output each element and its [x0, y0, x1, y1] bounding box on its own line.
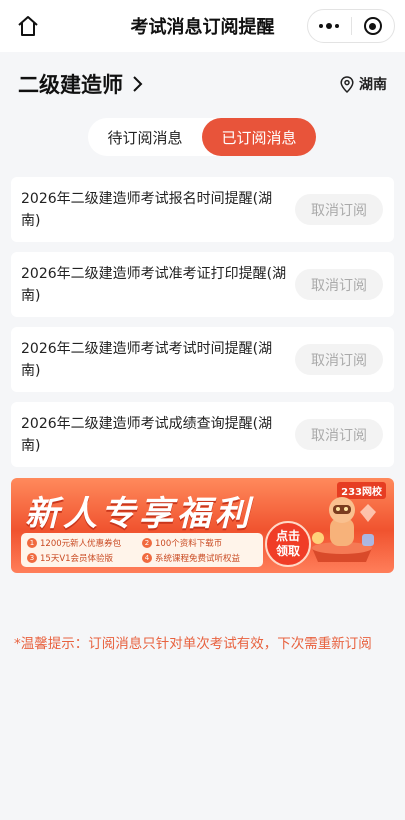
page-title: 考试消息订阅提醒 [130, 17, 275, 38]
subscription-title: 2026年二级建造师考试成绩查询提醒(湖南) [21, 416, 273, 454]
exam-name: 二级建造师 [18, 73, 123, 97]
close-button[interactable] [352, 10, 395, 42]
unsubscribe-button[interactable]: 取消订阅 [295, 344, 383, 375]
subscription-tabs: 待订阅消息 已订阅消息 [88, 118, 316, 156]
mascot-illustration [312, 497, 376, 562]
region-selector[interactable]: 湖南 [340, 74, 387, 94]
location-pin-icon [340, 75, 354, 93]
unsubscribe-button[interactable]: 取消订阅 [295, 419, 383, 450]
subscription-item: 2026年二级建造师考试成绩查询提醒(湖南) 取消订阅 [11, 402, 394, 467]
mini-program-close-icon [363, 17, 382, 35]
region-label: 湖南 [359, 77, 387, 93]
exam-selector-row: 二级建造师 湖南 [18, 68, 387, 100]
unsubscribe-button[interactable]: 取消订阅 [295, 194, 383, 225]
chevron-right-icon [133, 76, 143, 92]
perk-item: 2 100个资料下载币 [142, 535, 257, 550]
more-button[interactable] [308, 10, 351, 42]
subscription-title: 2026年二级建造师考试考试时间提醒(湖南) [21, 341, 273, 379]
warm-tip: *温馨提示：订阅消息只针对单次考试有效，下次需重新订阅 [14, 636, 372, 652]
mini-program-capsule [307, 9, 395, 43]
perk-item: 4 系统课程免费试听权益 [142, 550, 257, 565]
banner-heading: 新人专享福利 [25, 494, 253, 534]
unsubscribe-button[interactable]: 取消订阅 [295, 269, 383, 300]
subscription-item: 2026年二级建造师考试报名时间提醒(湖南) 取消订阅 [11, 177, 394, 242]
perk-item: 1 1200元新人优惠券包 [27, 535, 142, 550]
perk-item: 3 15天V1会员体验版 [27, 550, 142, 565]
home-icon[interactable] [16, 14, 40, 38]
more-dots-icon [319, 23, 340, 29]
perk-list: 1 1200元新人优惠券包 2 100个资料下载币 3 15天V1会员体验版 4 系统课… [21, 533, 263, 567]
subscription-item: 2026年二级建造师考试考试时间提醒(湖南) 取消订阅 [11, 327, 394, 392]
top-navigation-bar: 考试消息订阅提醒 [0, 0, 405, 52]
subscription-title: 2026年二级建造师考试报名时间提醒(湖南) [21, 191, 273, 229]
subscription-title: 2026年二级建造师考试准考证打印提醒(湖南) [21, 266, 287, 304]
exam-selector[interactable]: 二级建造师 [18, 69, 143, 99]
tab-subscribed[interactable]: 已订阅消息 [202, 118, 316, 156]
tab-pending[interactable]: 待订阅消息 [88, 118, 202, 156]
new-user-welfare-banner[interactable]: 新人专享福利 233网校 1 1200元新人优惠券包 2 100个资料下载币 3 15… [11, 478, 394, 573]
subscription-item: 2026年二级建造师考试准考证打印提醒(湖南) 取消订阅 [11, 252, 394, 317]
